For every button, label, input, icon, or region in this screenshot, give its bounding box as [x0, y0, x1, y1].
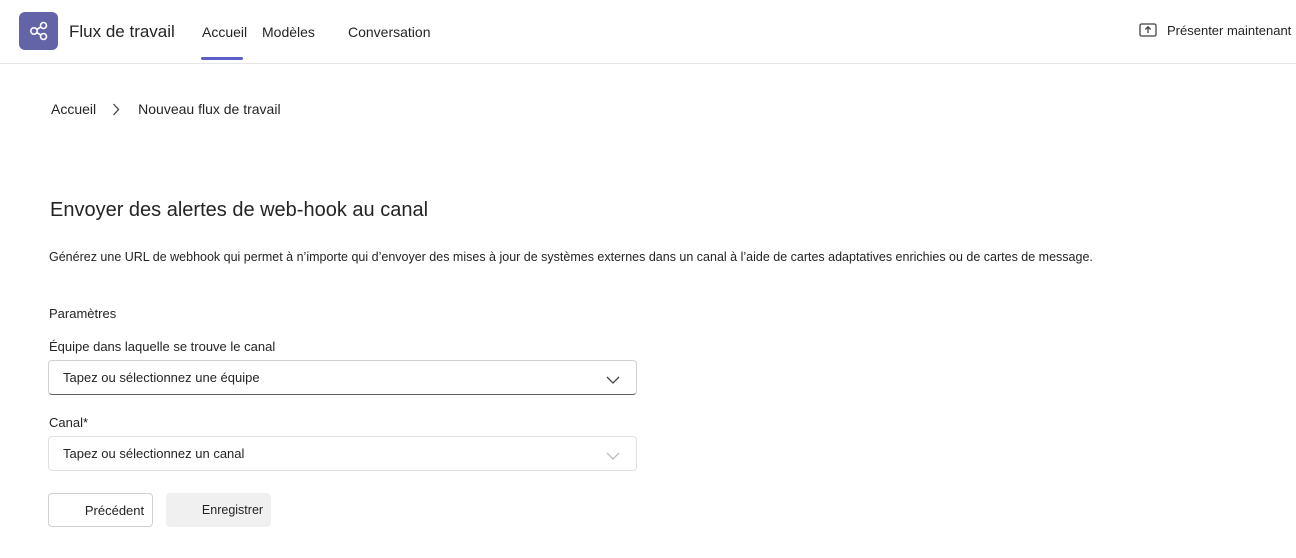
active-tab-indicator — [201, 57, 243, 60]
top-bar: Flux de travail Accueil Modèles Conversa… — [0, 0, 1296, 64]
channel-field-label: Canal* — [49, 415, 89, 430]
channel-select[interactable]: Tapez ou sélectionnez un canal — [48, 436, 637, 471]
breadcrumb-current: Nouveau flux de travail — [138, 101, 281, 117]
share-screen-icon — [1139, 22, 1157, 38]
channel-select-value: Tapez ou sélectionnez un canal — [63, 446, 245, 461]
team-field-label: Équipe dans laquelle se trouve le canal — [49, 339, 276, 354]
save-button[interactable]: Enregistrer — [166, 493, 271, 527]
page-title: Envoyer des alertes de web-hook au canal — [50, 199, 429, 221]
app-title: Flux de travail — [69, 22, 175, 41]
chevron-right-icon — [112, 103, 120, 116]
breadcrumb: Accueil Nouveau flux de travail — [51, 101, 281, 117]
tab-accueil[interactable]: Accueil — [202, 24, 247, 40]
chevron-down-icon — [606, 372, 620, 384]
tab-modeles[interactable]: Modèles — [262, 24, 315, 40]
present-now-label: Présenter maintenant — [1167, 22, 1292, 38]
chevron-down-icon — [606, 448, 620, 460]
tab-conversation[interactable]: Conversation — [348, 24, 431, 40]
present-now-button[interactable]: Présenter maintenant — [1139, 20, 1291, 40]
workflow-share-icon[interactable] — [19, 12, 58, 50]
breadcrumb-home[interactable]: Accueil — [51, 101, 96, 117]
team-select[interactable]: Tapez ou sélectionnez une équipe — [48, 360, 637, 395]
page-description: Générez une URL de webhook qui permet à … — [49, 250, 1093, 264]
parameters-heading: Paramètres — [49, 306, 117, 321]
previous-button[interactable]: Précédent — [48, 493, 153, 527]
team-select-value: Tapez ou sélectionnez une équipe — [63, 370, 260, 385]
